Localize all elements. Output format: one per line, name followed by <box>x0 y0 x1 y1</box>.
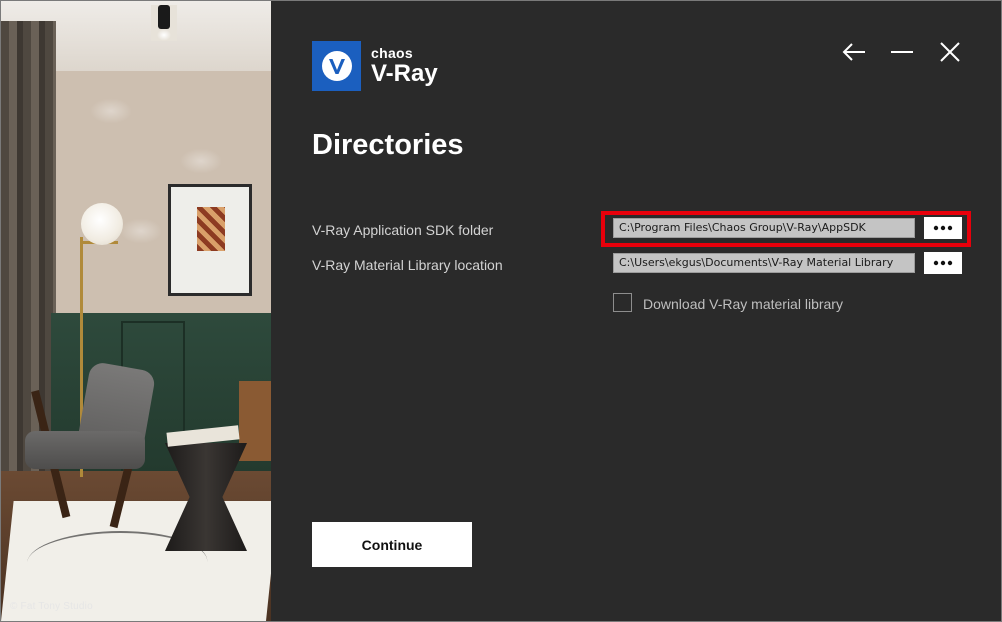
download-library-label: Download V-Ray material library <box>643 296 843 312</box>
more-dots-icon <box>933 225 953 231</box>
hero-picture-frame <box>168 184 252 296</box>
continue-button[interactable]: Continue <box>312 522 472 567</box>
image-credit: © Fat Tony Studio <box>10 601 93 612</box>
hero-lamp-globe <box>81 203 123 245</box>
download-library-checkbox[interactable] <box>613 293 632 312</box>
sdk-folder-label: V-Ray Application SDK folder <box>312 222 494 238</box>
material-library-input[interactable]: C:\Users\ekgus\Documents\V-Ray Material … <box>613 253 915 273</box>
window-controls <box>841 39 963 65</box>
hero-chair-seat <box>25 431 145 469</box>
arrow-left-icon <box>842 43 865 61</box>
hero-image: © Fat Tony Studio <box>1 1 271 621</box>
close-icon <box>940 42 960 62</box>
vray-logo-icon <box>312 41 361 91</box>
logo-product: V-Ray <box>371 59 438 87</box>
setup-panel: chaos V-Ray Directories V-Ray Applicatio… <box>272 1 1001 621</box>
minimize-icon <box>891 51 913 53</box>
page-title: Directories <box>312 129 464 161</box>
sdk-folder-input[interactable]: C:\Program Files\Chaos Group\V-Ray\AppSD… <box>613 218 915 238</box>
material-library-label: V-Ray Material Library location <box>312 257 503 273</box>
back-button[interactable] <box>841 39 867 65</box>
vray-logo: chaos V-Ray <box>312 41 438 91</box>
minimize-button[interactable] <box>889 39 915 65</box>
installer-window: © Fat Tony Studio chaos V-Ray Directorie… <box>0 0 1002 622</box>
more-dots-icon <box>933 260 953 266</box>
material-library-browse-button[interactable] <box>924 252 962 274</box>
sdk-folder-browse-button[interactable] <box>924 217 962 239</box>
logo-brand: chaos <box>371 44 413 61</box>
logo-text: chaos V-Ray <box>371 46 438 87</box>
hero-ceiling-lamp <box>151 5 177 41</box>
close-button[interactable] <box>937 39 963 65</box>
